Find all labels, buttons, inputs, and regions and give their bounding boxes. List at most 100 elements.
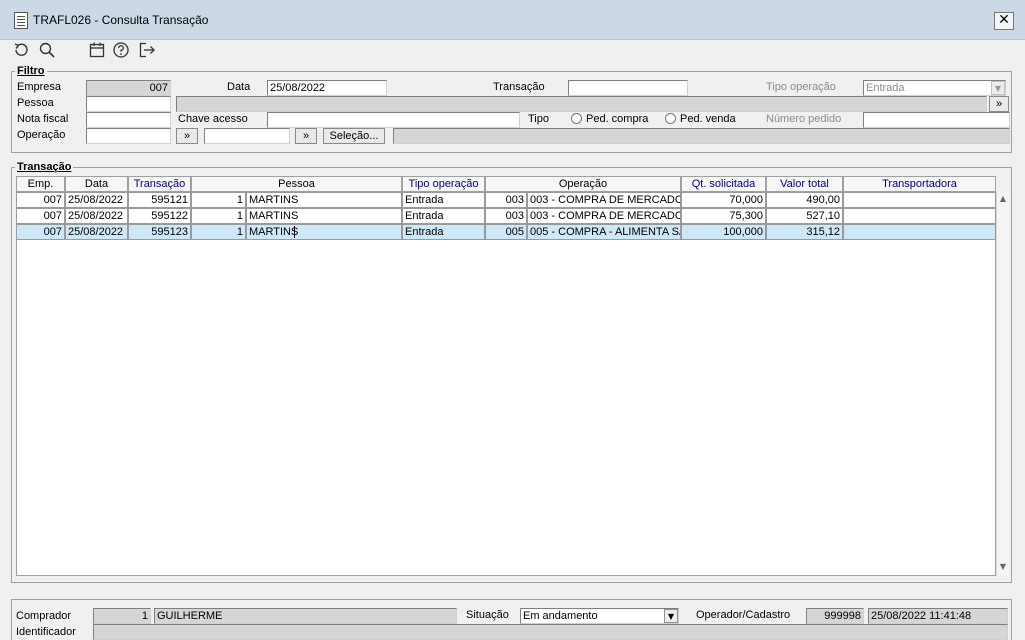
table-row-2-tipo-operacao[interactable]: Entrada [402,208,485,224]
col-header-valor-total[interactable]: Valor total [766,176,843,192]
table-row-3-data[interactable]: 25/08/2022 [65,224,128,240]
table-row-1-emp[interactable]: 007 [16,192,65,208]
col-header-emp[interactable]: Emp. [16,176,65,192]
operacao-search-button[interactable]: » [176,128,198,144]
nota-fiscal-label: Nota fiscal [17,113,69,125]
table-row-1-transacao[interactable]: 595121 [128,192,191,208]
empresa-label: Empresa [17,81,62,93]
pessoa-field[interactable] [86,96,171,112]
table-row-1-pessoa-cod[interactable]: 1 [191,192,246,208]
table-row-3-operacao-desc[interactable]: 005 - COMPRA - ALIMENTA SAL [527,224,681,240]
scroll-down-icon[interactable]: ▼ [997,560,1009,574]
table-row-3-transacao[interactable]: 595123 [128,224,191,240]
tipo-operacao-label: Tipo operação [766,81,836,93]
table-row-3-pessoa-nome[interactable]: MARTINS [246,224,402,240]
table-row-2-operacao-cod[interactable]: 003 [485,208,527,224]
data-field[interactable]: 25/08/2022 [267,80,387,96]
cadastro-field: 25/08/2022 11:41:48 [868,608,1008,624]
search-icon[interactable] [38,41,56,59]
table-row-3-tipo-operacao[interactable]: Entrada [402,224,485,240]
comprador-cod-field: 1 [93,608,151,624]
table-row-2-emp[interactable]: 007 [16,208,65,224]
pessoa-name-field [176,96,987,112]
table-row-2-pessoa-cod[interactable]: 1 [191,208,246,224]
table-row-1-tipo-operacao[interactable]: Entrada [402,192,485,208]
pessoa-search-button[interactable]: » [989,96,1009,112]
table-row-1-transportadora[interactable] [843,192,996,208]
col-header-data[interactable]: Data [65,176,128,192]
comprador-nome-field: GUILHERME [154,608,457,624]
operador-field: 999998 [806,608,864,624]
col-header-qt-solicitada[interactable]: Qt. solicitada [681,176,766,192]
pessoa-label: Pessoa [17,97,54,109]
window-title: TRAFL026 - Consulta Transação [33,13,209,27]
text-cursor [294,226,295,238]
table-row-2-valor[interactable]: 527,10 [766,208,843,224]
table-row-2-transportadora[interactable] [843,208,996,224]
table-row-2-pessoa-nome[interactable]: MARTINS [246,208,402,224]
ped-compra-radio[interactable] [571,113,582,124]
tipo-operacao-select[interactable]: Entrada [863,80,1006,96]
col-header-tipo-operacao[interactable]: Tipo operação [402,176,485,192]
operacao-desc-field[interactable] [204,128,290,144]
help-icon[interactable] [112,41,130,59]
scroll-up-icon[interactable]: ▲ [997,192,1009,206]
table-row-1-operacao-desc[interactable]: 003 - COMPRA DE MERCADORI [527,192,681,208]
table-row-3-operacao-cod[interactable]: 005 [485,224,527,240]
ped-venda-radio[interactable] [665,113,676,124]
table-row-3-qt[interactable]: 100,000 [681,224,766,240]
table-row-3-valor[interactable]: 315,12 [766,224,843,240]
exit-icon[interactable] [138,41,156,59]
table-row-1-qt[interactable]: 70,000 [681,192,766,208]
title-bar: TRAFL026 - Consulta Transação ✕ [0,0,1025,40]
numero-pedido-label: Número pedido [766,113,842,125]
identificador-label: Identificador [16,626,76,638]
vertical-scrollbar[interactable] [996,192,1009,576]
chave-acesso-label: Chave acesso [178,113,248,125]
identificador-field [93,624,1008,640]
table-row-3-pessoa-cod[interactable]: 1 [191,224,246,240]
operador-label: Operador/Cadastro [696,609,791,621]
tipo-label: Tipo [528,113,549,125]
nota-fiscal-field[interactable] [86,112,171,128]
operacao-label: Operação [17,129,66,141]
ped-venda-label: Ped. venda [680,113,736,125]
col-header-pessoa[interactable]: Pessoa [191,176,402,192]
table-row-2-transacao[interactable]: 595122 [128,208,191,224]
col-header-transacao[interactable]: Transação [128,176,191,192]
data-label: Data [227,81,251,93]
close-button[interactable]: ✕ [994,12,1014,30]
table-row-1-pessoa-nome[interactable]: MARTINS [246,192,402,208]
transacao-field[interactable] [568,80,688,96]
table-row-1-data[interactable]: 25/08/2022 [65,192,128,208]
table-row-1-valor[interactable]: 490,00 [766,192,843,208]
situacao-select[interactable]: Em andamento [520,608,679,624]
operacao-more-button[interactable]: » [295,128,317,144]
filter-legend: Filtro [15,65,47,77]
tipo-operacao-value: Entrada [866,82,905,94]
selecao-field [393,128,1010,144]
table-row-2-operacao-desc[interactable]: 003 - COMPRA DE MERCADORI [527,208,681,224]
refresh-icon[interactable] [12,41,30,59]
table-row-2-data[interactable]: 25/08/2022 [65,208,128,224]
calendar-icon[interactable] [88,41,106,59]
chevron-down-icon[interactable]: ▼ [991,81,1005,95]
table-row-2-qt[interactable]: 75,300 [681,208,766,224]
empresa-field[interactable]: 007 [86,80,171,96]
ped-compra-label: Ped. compra [586,113,649,125]
comprador-label: Comprador [16,610,72,622]
col-header-operacao[interactable]: Operação [485,176,681,192]
situacao-label: Situação [466,609,509,621]
transacao-legend: Transação [15,161,74,173]
col-header-transportadora[interactable]: Transportadora [843,176,996,192]
chave-acesso-field[interactable] [267,112,520,128]
table-row-3-emp[interactable]: 007 [16,224,65,240]
numero-pedido-field[interactable] [863,112,1010,128]
transacao-label: Transação [493,81,545,93]
document-icon [14,12,28,29]
table-row-3-transportadora[interactable] [843,224,996,240]
selecao-button[interactable]: Seleção... [323,128,385,144]
chevron-down-icon[interactable]: ▼ [664,609,678,623]
operacao-field[interactable] [86,128,171,144]
table-row-1-operacao-cod[interactable]: 003 [485,192,527,208]
